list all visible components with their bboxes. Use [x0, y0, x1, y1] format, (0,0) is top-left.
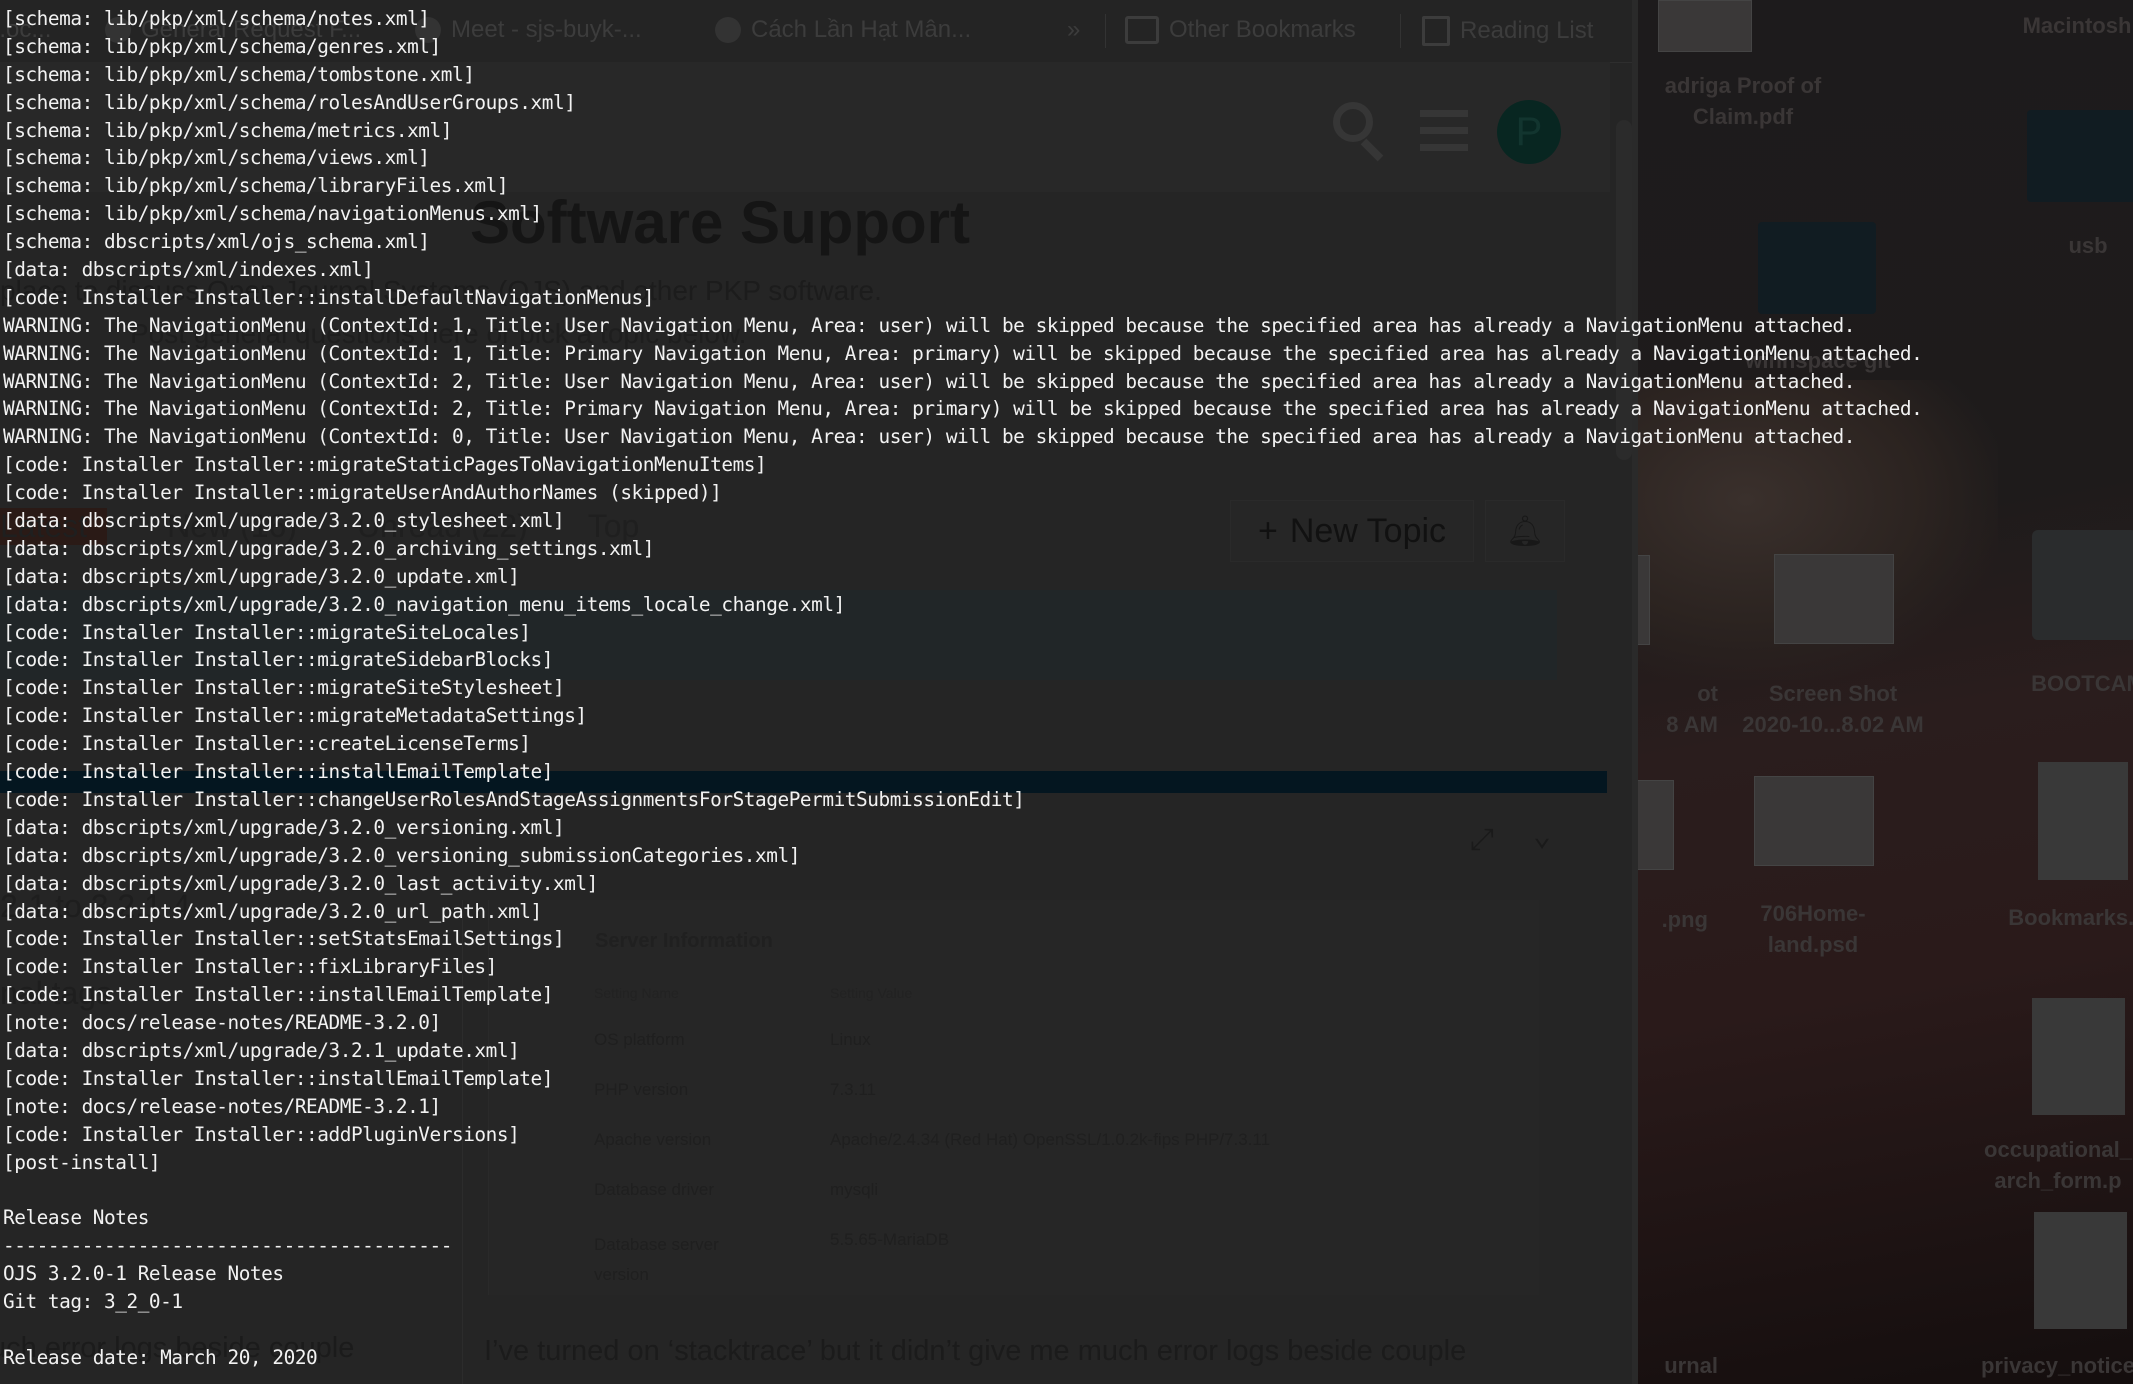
terminal-warning-line: WARNING: The NavigationMenu (ContextId: …: [3, 313, 1855, 337]
terminal-line: [schema: lib/pkp/xml/schema/tombstone.xm…: [3, 62, 475, 86]
terminal-line: [code: Installer Installer::migrateStati…: [3, 453, 767, 477]
terminal-warning-line: WARNING: The NavigationMenu (ContextId: …: [3, 341, 1923, 365]
terminal-line: Git tag: 3_2_0-1: [3, 1289, 183, 1313]
terminal-line: [note: docs/release-notes/README-3.2.1]: [3, 1094, 441, 1118]
pdf-thumbnail[interactable]: [2034, 1212, 2127, 1329]
terminal-line: [data: dbscripts/xml/upgrade/3.2.0_archi…: [3, 536, 655, 560]
terminal-line: [code: Installer Installer::installDefau…: [3, 285, 655, 309]
terminal-line: [code: Installer Installer::migrateSiteL…: [3, 620, 531, 644]
terminal-line: [note: docs/release-notes/README-3.2.0]: [3, 1011, 441, 1035]
terminal-warning-line: WARNING: The NavigationMenu (ContextId: …: [3, 425, 1855, 449]
terminal-line: [code: Installer Installer::migrateSiteS…: [3, 676, 565, 700]
terminal-line: [schema: lib/pkp/xml/schema/navigationMe…: [3, 202, 542, 226]
terminal-line: [data: dbscripts/xml/upgrade/3.2.0_versi…: [3, 843, 800, 867]
terminal-line: [code: Installer Installer::migrateMetad…: [3, 704, 587, 728]
terminal-line: [data: dbscripts/xml/upgrade/3.2.0_versi…: [3, 815, 565, 839]
terminal-line: [schema: lib/pkp/xml/schema/genres.xml]: [3, 34, 441, 58]
desktop-item-bootcamp[interactable]: BOOTCAM: [1988, 668, 2133, 699]
terminal-line: [code: Installer Installer::createLicens…: [3, 732, 531, 756]
terminal-warning-line: WARNING: The NavigationMenu (ContextId: …: [3, 369, 1855, 393]
terminal-line: [code: Installer Installer::installEmail…: [3, 1066, 553, 1090]
terminal-line: [data: dbscripts/xml/upgrade/3.2.0_navig…: [3, 592, 845, 616]
terminal-line: [data: dbscripts/xml/upgrade/3.2.0_style…: [3, 509, 565, 533]
terminal-line: [code: Installer Installer::changeUserRo…: [3, 787, 1025, 811]
terminal-line: [code: Installer Installer::addPluginVer…: [3, 1122, 520, 1146]
terminal-line: [schema: lib/pkp/xml/schema/libraryFiles…: [3, 174, 509, 198]
terminal-warning-line: WARNING: The NavigationMenu (ContextId: …: [3, 397, 1923, 421]
terminal-line: [data: dbscripts/xml/indexes.xml]: [3, 258, 374, 282]
terminal-line: [schema: dbscripts/xml/ojs_schema.xml]: [3, 230, 430, 254]
terminal-output[interactable]: [schema: lib/pkp/xml/schema/notes.xml] [s…: [3, 5, 1923, 1372]
desktop-item-macintosh-hd[interactable]: Macintosh H: [1988, 10, 2133, 41]
terminal-line: [code: Installer Installer::migrateUserA…: [3, 481, 722, 505]
desktop-item-occupational-form[interactable]: occupational_ arch_form.p: [1958, 1134, 2133, 1196]
desktop-item-usb[interactable]: usb: [2028, 230, 2133, 261]
terminal-line: [schema: lib/pkp/xml/schema/metrics.xml]: [3, 118, 452, 142]
terminal-line: [schema: lib/pkp/xml/schema/views.xml]: [3, 146, 430, 170]
terminal-line: [code: Installer Installer::installEmail…: [3, 983, 553, 1007]
document-icon[interactable]: [2038, 762, 2128, 880]
terminal-line: ----------------------------------------: [3, 1234, 452, 1258]
terminal-line: [schema: lib/pkp/xml/schema/rolesAndUser…: [3, 90, 576, 114]
terminal-line: [code: Installer Installer::migrateSideb…: [3, 648, 553, 672]
pdf-thumbnail[interactable]: [2032, 998, 2125, 1115]
terminal-line: [data: dbscripts/xml/upgrade/3.2.0_url_p…: [3, 899, 542, 923]
desktop-item-privacy-notice[interactable]: privacy_notice: [1958, 1350, 2133, 1381]
terminal-line: [schema: lib/pkp/xml/schema/notes.xml]: [3, 7, 430, 30]
terminal-line: [code: Installer Installer::fixLibraryFi…: [3, 955, 497, 979]
terminal-line: [code: Installer Installer::installEmail…: [3, 760, 553, 784]
terminal-line: Release date: March 20, 2020: [3, 1345, 318, 1369]
terminal-line: [data: dbscripts/xml/upgrade/3.2.0_updat…: [3, 564, 520, 588]
terminal-line: [post-install]: [3, 1150, 161, 1174]
terminal-line: Release Notes: [3, 1206, 149, 1230]
desktop-item-bookmarks[interactable]: Bookmarks.b: [1978, 902, 2133, 933]
terminal-line: [data: dbscripts/xml/upgrade/3.2.0_last_…: [3, 871, 598, 895]
terminal-line: OJS 3.2.0-1 Release Notes: [3, 1262, 284, 1286]
terminal-line: [code: Installer Installer::setStatsEmai…: [3, 927, 565, 951]
terminal-line: [data: dbscripts/xml/upgrade/3.2.1_updat…: [3, 1038, 520, 1062]
hard-drive-icon[interactable]: [2032, 530, 2133, 640]
folder-icon[interactable]: [2027, 110, 2133, 202]
